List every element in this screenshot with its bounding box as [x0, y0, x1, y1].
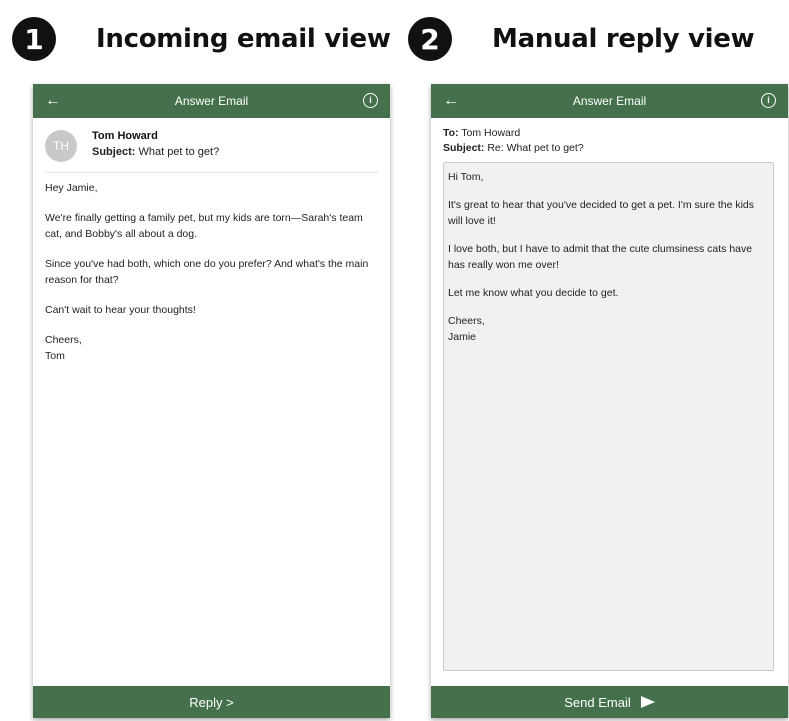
- section-title-incoming: Incoming email view: [96, 24, 391, 54]
- email-body: Hey Jamie, We're finally getting a famil…: [45, 180, 376, 378]
- reply-paragraph-2-line-1: I love both, but I have to admit that th…: [448, 243, 753, 255]
- reply-paragraph-3: Let me know what you decide to get.: [448, 287, 619, 299]
- to-label: To:: [443, 127, 459, 139]
- sender-name: Tom Howard: [92, 130, 158, 142]
- app-bar-title: Answer Email: [174, 94, 249, 108]
- subject-label: Subject:: [92, 146, 136, 158]
- email-paragraph-2: Since you've had both, which one do you …: [45, 256, 376, 288]
- send-icon: [640, 696, 655, 708]
- reply-paragraph-2-line-2: has really won me over!: [448, 259, 559, 271]
- app-bar: ← Answer Email i: [33, 84, 390, 118]
- email-paragraph-3: Can't wait to hear your thoughts!: [45, 304, 196, 316]
- comparison-figure: 1 Incoming email view 2 Manual reply vie…: [0, 0, 789, 721]
- back-arrow-icon[interactable]: ←: [45, 84, 61, 118]
- reply-paragraph-1-line-2: will love it!: [448, 215, 496, 227]
- send-email-label: Send Email: [564, 694, 631, 710]
- email-greeting: Hey Jamie,: [45, 182, 98, 194]
- email-signoff-line: Cheers,: [45, 334, 82, 346]
- step-badge-2: 2: [408, 17, 452, 61]
- step-badge-1: 1: [12, 17, 56, 61]
- back-arrow-icon[interactable]: ←: [443, 84, 459, 118]
- email-paragraph-1-line-1: We're finally getting a family pet, but …: [45, 212, 363, 224]
- recipient-line: To: Tom Howard: [443, 126, 584, 141]
- info-icon[interactable]: i: [761, 93, 776, 108]
- reply-paragraph-1-line-1: It's great to hear that you've decided t…: [448, 199, 755, 211]
- section-title-reply: Manual reply view: [492, 24, 755, 54]
- email-paragraph-1: We're finally getting a family pet, but …: [45, 210, 376, 242]
- reply-paragraph-2: I love both, but I have to admit that th…: [448, 241, 769, 273]
- reply-textarea[interactable]: Hi Tom, It's great to hear that you've d…: [443, 162, 774, 671]
- app-bar-title: Answer Email: [572, 94, 647, 108]
- reply-greeting: Hi Tom,: [448, 171, 484, 183]
- sender-header: TH Tom Howard Subject: What pet to get?: [45, 126, 378, 173]
- reply-button[interactable]: Reply >: [33, 686, 390, 718]
- app-bar: ← Answer Email i: [431, 84, 788, 118]
- avatar: TH: [45, 130, 77, 162]
- subject-value: Re: What pet to get?: [487, 142, 584, 154]
- subject-label: Subject:: [443, 142, 485, 154]
- incoming-email-screen: ← Answer Email i TH Tom Howard Subject: …: [33, 84, 390, 718]
- section-header-reply: 2 Manual reply view: [408, 14, 755, 64]
- section-header-incoming: 1 Incoming email view: [12, 14, 391, 64]
- info-icon[interactable]: i: [363, 93, 378, 108]
- email-paragraph-1-line-2: cat, and Bobby's all about a dog.: [45, 228, 198, 240]
- subject-value: What pet to get?: [138, 146, 220, 158]
- reply-header: To: Tom Howard Subject: Re: What pet to …: [443, 126, 584, 156]
- reply-paragraph-1: It's great to hear that you've decided t…: [448, 197, 769, 229]
- email-paragraph-2-line-2: reason for that?: [45, 274, 119, 286]
- reply-email-screen: ← Answer Email i To: Tom Howard Subject:…: [431, 84, 788, 718]
- email-signature: Tom: [45, 350, 65, 362]
- reply-signoff: Cheers, Jamie: [448, 313, 769, 345]
- send-email-button[interactable]: Send Email: [431, 686, 788, 718]
- email-paragraph-2-line-1: Since you've had both, which one do you …: [45, 258, 369, 270]
- to-value: Tom Howard: [461, 127, 521, 139]
- email-signoff: Cheers, Tom: [45, 332, 376, 364]
- reply-signoff-line: Cheers,: [448, 315, 485, 327]
- email-subject: Subject: What pet to get?: [92, 146, 219, 158]
- reply-signature: Jamie: [448, 331, 477, 343]
- reply-subject-line: Subject: Re: What pet to get?: [443, 141, 584, 156]
